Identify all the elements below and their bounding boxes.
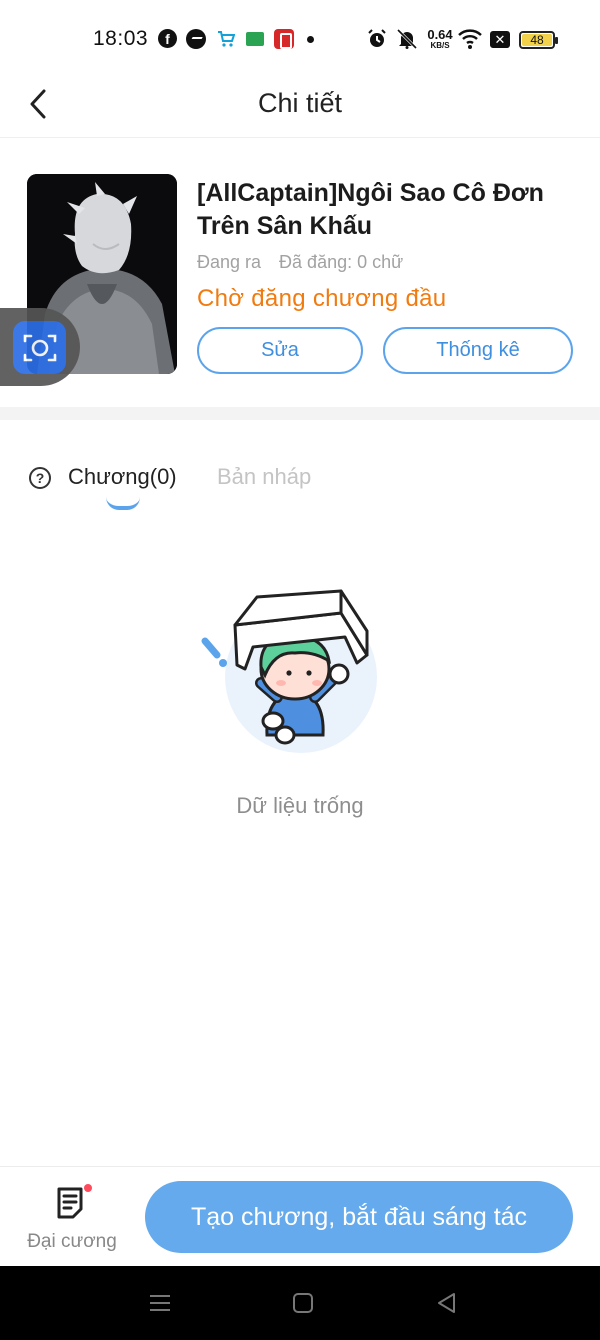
word-count: Đã đăng: 0 chữ [279, 252, 404, 272]
book-title: [AllCaptain]Ngôi Sao Cô Đơn Trên Sân Khấ… [197, 179, 544, 240]
edit-button[interactable]: Sửa [197, 327, 363, 374]
chapter-tabs: ? Chương(0) Bản nháp [0, 440, 600, 520]
facebook-icon: f [158, 29, 177, 48]
red-app-icon [274, 29, 294, 49]
battery-level: 48 [522, 33, 552, 47]
outline-label: Đại cương [27, 1231, 117, 1252]
menu-icon[interactable] [145, 1288, 175, 1318]
screenshot-button[interactable] [13, 321, 66, 374]
net-speed-unit: KB/S [430, 41, 450, 50]
status-time: 18:03 [93, 27, 149, 50]
net-speed-value: 0.64 [427, 27, 453, 42]
question-icon[interactable]: ? [29, 467, 51, 489]
wifi-icon [458, 28, 482, 50]
bottom-bar: Đại cương Tạo chương, bắt đầu sáng tác [0, 1166, 600, 1266]
notification-dot [84, 1184, 92, 1192]
back-triangle-icon[interactable] [432, 1288, 462, 1318]
mute-icon [395, 29, 419, 49]
status-bar: 18:03 f 0.64 KB/S ✕ 48 [0, 0, 600, 80]
green-app-icon [246, 32, 264, 46]
page-title: Chi tiết [257, 88, 343, 118]
stats-button[interactable]: Thống kê [383, 327, 573, 374]
x-icon: ✕ [490, 31, 510, 48]
screenshot-floating-tool [0, 308, 80, 386]
book-card: [AllCaptain]Ngôi Sao Cô Đơn Trên Sân Khấ… [0, 139, 600, 407]
camera-icon [23, 334, 56, 361]
header: Chi tiết [0, 80, 600, 138]
system-nav-bar [0, 1266, 600, 1340]
book-meta: Đang ra Đã đăng: 0 chữ [197, 252, 403, 273]
section-divider [0, 407, 600, 420]
dot-icon [307, 36, 314, 43]
home-icon[interactable] [288, 1288, 318, 1318]
net-speed: 0.64 KB/S [425, 28, 455, 50]
tab-active-indicator [106, 497, 140, 510]
serialization-status: Đang ra [197, 252, 262, 272]
messenger-icon [186, 29, 206, 49]
battery-icon: 48 [519, 31, 558, 49]
alarm-icon [367, 29, 387, 49]
tab-chapters[interactable]: Chương(0) [68, 464, 177, 490]
empty-state-text: Dữ liệu trống [236, 793, 364, 818]
publish-status: Chờ đăng chương đầu [197, 285, 447, 312]
empty-illustration [195, 585, 395, 755]
tab-drafts[interactable]: Bản nháp [217, 464, 311, 490]
shop-cart-icon [216, 29, 236, 49]
create-chapter-button[interactable]: Tạo chương, bắt đầu sáng tác [145, 1181, 573, 1253]
